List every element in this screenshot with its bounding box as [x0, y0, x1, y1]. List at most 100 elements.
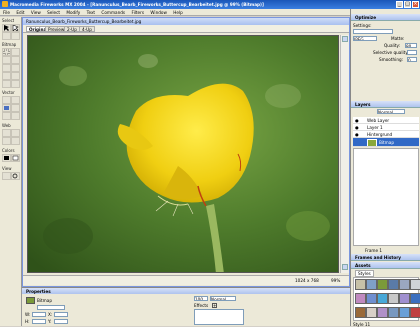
style-swatch[interactable] [399, 307, 410, 318]
style-swatch[interactable] [377, 307, 388, 318]
height-field[interactable] [32, 319, 46, 324]
lasso-tool-icon[interactable] [11, 48, 20, 56]
pen-tool-icon[interactable] [11, 96, 20, 104]
frames-history-panel-header[interactable]: Frames and History [351, 254, 420, 261]
layer-name: Bitmap [379, 140, 394, 145]
tab-4-up[interactable]: 4-Up [79, 26, 95, 32]
assets-panel-header[interactable]: Assets [351, 262, 420, 269]
magic-wand-tool-icon[interactable] [2, 56, 11, 64]
style-swatch[interactable] [410, 279, 420, 290]
object-name-field[interactable] [37, 305, 65, 310]
layers-panel-header[interactable]: Layers [351, 101, 420, 108]
style-swatch[interactable] [410, 293, 420, 304]
rubber-stamp-tool-icon[interactable] [11, 72, 20, 80]
optimize-settings-select[interactable] [353, 29, 393, 34]
show-slices-icon[interactable] [11, 137, 20, 145]
zoom-tool-icon[interactable] [11, 172, 20, 180]
eyedropper-tool-icon[interactable] [2, 80, 11, 88]
stroke-color-icon[interactable] [2, 154, 11, 162]
layer-row-selected[interactable]: Bitmap [353, 138, 419, 147]
layer-row[interactable]: ● Hintergrund [353, 131, 419, 138]
style-swatch[interactable] [388, 307, 399, 318]
maximize-button[interactable]: □ [404, 1, 411, 8]
menu-window[interactable]: Window [150, 10, 167, 15]
close-button[interactable]: × [412, 1, 419, 8]
scale-tool-icon[interactable] [2, 32, 11, 40]
tab-2-up[interactable]: 2-Up [64, 26, 80, 32]
style-swatch[interactable] [399, 293, 410, 304]
zoom-level[interactable]: 99% [331, 278, 340, 283]
selective-quality-field[interactable] [407, 50, 417, 55]
layer-row[interactable]: ● Layer 1 [353, 124, 419, 131]
eye-icon[interactable]: ● [355, 118, 359, 123]
layers-list-area[interactable] [353, 148, 419, 246]
tab-styles[interactable]: Styles [355, 270, 374, 277]
line-tool-icon[interactable] [2, 96, 11, 104]
document-tabs: Original Preview 2-Up 4-Up [23, 25, 349, 33]
style-swatch[interactable] [366, 279, 377, 290]
brush-tool-icon[interactable] [11, 56, 20, 64]
style-swatch[interactable] [366, 293, 377, 304]
effects-list[interactable] [194, 309, 244, 325]
y-field[interactable] [54, 319, 68, 324]
style-swatch[interactable] [377, 293, 388, 304]
quality-field[interactable]: 80 [405, 43, 417, 48]
scroll-down-icon[interactable] [342, 264, 348, 270]
menu-commands[interactable]: Commands [101, 10, 125, 15]
properties-panel: Properties Bitmap W: X: H: Y: 100 Normal… [22, 287, 350, 326]
eye-icon[interactable]: ● [355, 132, 359, 137]
vertical-scrollbar[interactable] [340, 35, 349, 273]
eye-icon[interactable]: ● [355, 125, 359, 130]
menu-view[interactable]: View [31, 10, 41, 15]
x-field[interactable] [54, 312, 68, 317]
add-effect-icon[interactable]: + [212, 303, 217, 308]
layer-blend-select[interactable]: Normal [377, 109, 405, 114]
style-swatch[interactable] [355, 293, 366, 304]
style-swatch[interactable] [377, 279, 388, 290]
menu-text[interactable]: Text [87, 10, 95, 15]
pencil-tool-icon[interactable] [2, 64, 11, 72]
layer-row[interactable]: ● Web Layer [353, 117, 419, 124]
width-field[interactable] [32, 312, 46, 317]
menu-file[interactable]: File [3, 10, 10, 15]
properties-header[interactable]: Properties [22, 288, 350, 294]
optimize-panel-header[interactable]: Optimize [351, 14, 420, 21]
smoothing-field[interactable]: 0 [407, 57, 417, 62]
styles-grid[interactable] [353, 277, 420, 321]
menu-edit[interactable]: Edit [16, 10, 24, 15]
knife-tool-icon[interactable] [11, 112, 20, 120]
image-canvas[interactable] [27, 35, 339, 273]
hand-tool-icon[interactable] [2, 172, 11, 180]
scroll-up-icon[interactable] [342, 36, 348, 42]
crop-tool-icon[interactable] [11, 32, 20, 40]
rectangle-tool-icon[interactable] [2, 104, 11, 112]
blend-mode-select[interactable]: Normal [210, 296, 236, 301]
style-swatch[interactable] [388, 279, 399, 290]
menu-filters[interactable]: Filters [131, 10, 144, 15]
style-swatch[interactable] [355, 279, 366, 290]
paint-bucket-tool-icon[interactable] [11, 80, 20, 88]
style-swatch[interactable] [388, 293, 399, 304]
text-tool-icon[interactable] [11, 104, 20, 112]
format-select[interactable]: JPEG [353, 36, 377, 41]
fill-color-icon[interactable] [11, 154, 20, 162]
blur-tool-icon[interactable] [2, 72, 11, 80]
pointer-tool-icon[interactable] [2, 24, 11, 32]
smoothing-label: Smoothing: [379, 57, 404, 62]
hide-slices-icon[interactable] [2, 137, 11, 145]
slice-tool-icon[interactable] [11, 129, 20, 137]
opacity-field[interactable]: 100 [194, 296, 208, 301]
menu-modify[interactable]: Modify [66, 10, 80, 15]
subselect-tool-icon[interactable] [11, 24, 20, 32]
style-swatch[interactable] [399, 279, 410, 290]
style-swatch[interactable] [410, 307, 420, 318]
hotspot-tool-icon[interactable] [2, 129, 11, 137]
style-swatch[interactable] [355, 307, 366, 318]
menu-select[interactable]: Select [47, 10, 60, 15]
eraser-tool-icon[interactable] [11, 64, 20, 72]
menu-help[interactable]: Help [173, 10, 183, 15]
minimize-button[interactable]: _ [396, 1, 403, 8]
freeform-tool-icon[interactable] [2, 112, 11, 120]
marquee-tool-icon[interactable] [2, 48, 11, 56]
style-swatch[interactable] [366, 307, 377, 318]
